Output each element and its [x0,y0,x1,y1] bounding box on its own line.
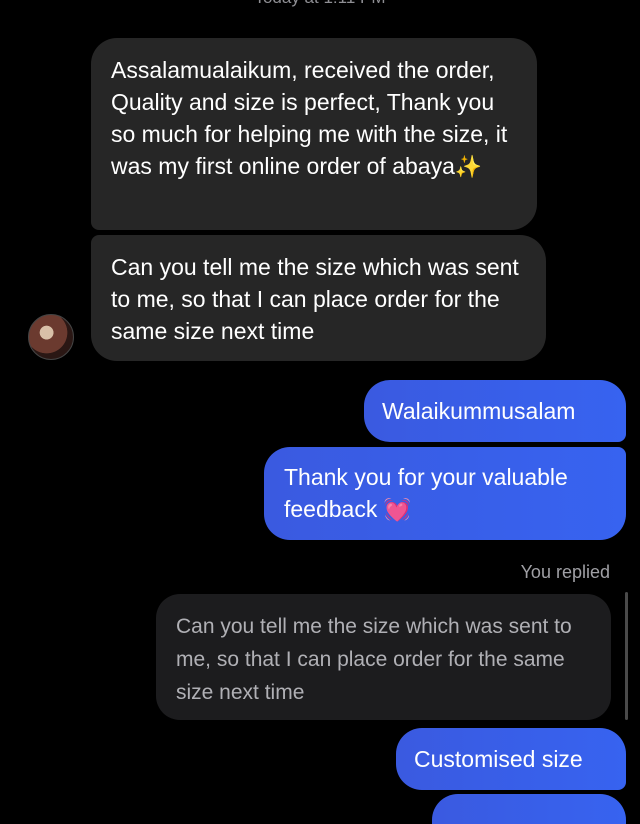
outgoing-message-bubble[interactable]: Walaikummusalam [364,380,626,442]
outgoing-message-text: Walaikummusalam [382,398,576,424]
outgoing-message-bubble[interactable]: Customised size [396,728,626,790]
conversation-timestamp: Today at 1:11 PM [0,0,640,8]
you-replied-label: You replied [520,562,610,582]
reply-indicator-bar [625,592,628,720]
heart-emoji-icon: 💓 [383,498,412,523]
outgoing-message-bubble-partial[interactable] [432,794,626,824]
incoming-message-bubble[interactable]: Can you tell me the size which was sent … [91,235,546,361]
quoted-message-text: Can you tell me the size which was sent … [176,615,572,704]
sparkles-emoji-icon: ✨ [454,155,483,180]
outgoing-message-text: Customised size [414,746,583,772]
outgoing-message-bubble[interactable]: Thank you for your valuable feedback 💓 [264,447,626,540]
incoming-message-text: Can you tell me the size which was sent … [111,254,519,344]
incoming-message-text: Assalamualaikum, received the order, Qua… [111,57,508,179]
quoted-message-bubble[interactable]: Can you tell me the size which was sent … [156,594,611,720]
sender-avatar[interactable] [28,314,74,360]
incoming-message-bubble[interactable]: Assalamualaikum, received the order, Qua… [91,38,537,230]
outgoing-message-text: Thank you for your valuable feedback [284,464,568,522]
